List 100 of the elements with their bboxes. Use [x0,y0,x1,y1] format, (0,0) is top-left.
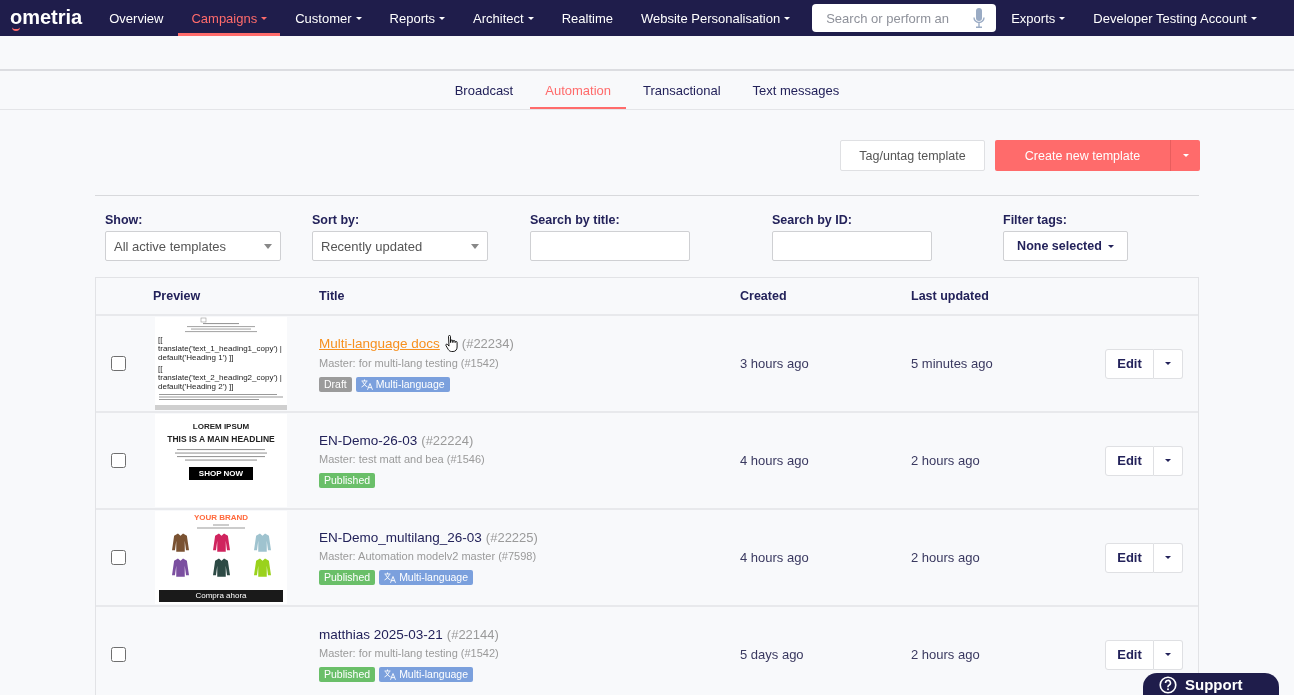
preview-headline-text: THIS IS A MAIN HEADLINE [167,434,275,445]
created-time: 4 hours ago [740,550,809,565]
filter-label: Search by title: [530,213,620,227]
nav-menu-item[interactable]: Architect [460,0,547,36]
more-options-button[interactable] [1154,348,1183,379]
more-options-button[interactable] [1154,445,1183,476]
more-options-button[interactable] [1154,639,1183,670]
edit-button[interactable]: Edit [1105,639,1154,670]
preview-cta-banner: SHOP NOW [188,467,254,480]
dropdown-arrow-icon [264,243,272,249]
caret-icon [1165,653,1171,656]
language-tag: Multi-language [355,377,450,392]
caret-icon [1165,459,1171,462]
template-title-link[interactable]: matthias 2025-03-21 [319,627,443,642]
voice-search-button[interactable] [962,4,997,32]
filter-label: Search by ID: [772,213,852,227]
updated-time: 5 minutes ago [911,356,993,371]
ometria-logo[interactable]: ometria [10,4,83,32]
nav-menu-item[interactable]: Customer [282,0,375,36]
nav-menu-item[interactable]: Overview [96,0,177,36]
status-tag: Draft [319,377,352,392]
master-template-text: Master: for multi-lang testing (#1542) [319,647,499,659]
created-time: 4 hours ago [740,453,809,468]
template-title-link[interactable]: EN-Demo_multilang_26-03 [319,530,482,545]
edit-button[interactable]: Edit [1105,445,1154,476]
select-field[interactable]: Recently updated [312,231,488,261]
preview-cta-banner: Compra ahora [159,590,283,602]
translate-icon [384,572,397,583]
support-button[interactable]: Support [1143,673,1279,695]
row-checkbox[interactable] [111,647,126,662]
template-id: (#22225) [485,530,538,545]
status-tag: Published [319,570,376,585]
template-id: (#22234) [461,336,514,351]
nav-menu-item[interactable]: Campaigns [178,0,281,36]
jacket-drawing [212,558,230,577]
jacket-drawing [253,558,271,577]
filter-label: Sort by: [312,213,360,227]
tab[interactable]: Broadcast [439,71,529,109]
template-id: (#22144) [446,627,499,642]
search-input[interactable] [772,231,932,261]
search-field[interactable]: Search or perform an [812,4,963,32]
tab[interactable]: Transactional [628,71,736,109]
template-title-link[interactable]: EN-Demo-26-03 [319,433,418,448]
translate-icon [384,669,397,680]
caret-icon [784,16,791,20]
tag-untag-button[interactable]: Tag/untag template [840,140,985,171]
master-template-text: Master: test matt and bea (#1546) [319,453,485,465]
search-input[interactable] [530,231,690,261]
nav-menu-item[interactable]: Realtime [548,0,626,36]
select-field[interactable]: All active templates [105,231,281,261]
filter-tags-dropdown[interactable]: None selected [1003,231,1128,261]
updated-time: 2 hours ago [911,647,980,662]
jacket-drawing [171,533,189,552]
updated-time: 2 hours ago [911,550,980,565]
caret-icon [355,16,362,20]
language-tag: Multi-language [379,570,473,585]
jacket-drawing [212,533,230,552]
caret-icon [527,16,534,20]
preview-heading-text: [[ translate('text_2_heading2_copy') | default('Heading 2') ]] [158,364,283,391]
jacket-drawing [171,558,189,577]
nav-menu-item[interactable]: Reports [376,0,459,36]
caret-icon [1182,154,1189,157]
caret-icon [1165,556,1171,559]
column-header: Last updated [911,289,990,303]
master-template-text: Master: Automation modelv2 master (#7598) [319,550,537,562]
filter-label: Filter tags: [1003,213,1067,227]
jacket-drawing [253,533,271,552]
column-header: Created [740,289,788,303]
created-time: 5 days ago [740,647,804,662]
caret-icon [261,16,268,20]
status-tag: Published [319,667,376,682]
caret-icon [1107,244,1114,248]
updated-time: 2 hours ago [911,453,980,468]
create-options-button[interactable] [1170,140,1200,171]
translate-icon [360,379,373,390]
caret-icon [1251,16,1257,20]
column-header: Preview [153,289,202,303]
nav-menu-item[interactable]: Exports [998,0,1079,36]
nav-menu-item[interactable]: Developer Testing Account [1080,0,1270,36]
row-checkbox[interactable] [111,453,126,468]
caret-icon [1165,362,1171,365]
filter-label: Show: [105,213,143,227]
preview-kicker-text: LOREM IPSUM [192,422,250,432]
dropdown-arrow-icon [471,243,479,249]
caret-icon [439,16,446,20]
tab[interactable]: Text messages [737,71,855,109]
edit-button[interactable]: Edit [1105,348,1154,379]
help-icon [1159,676,1177,694]
hand-cursor-icon [443,335,458,352]
caret-icon [1059,16,1066,20]
more-options-button[interactable] [1154,542,1183,573]
edit-button[interactable]: Edit [1105,542,1154,573]
language-tag: Multi-language [379,667,473,682]
master-template-text: Master: for multi-lang testing (#1542) [319,357,499,369]
microphone-icon [973,8,986,28]
nav-menu-item[interactable]: Website Personalisation [627,0,804,36]
row-checkbox[interactable] [111,356,126,371]
column-header: Title [319,289,346,303]
row-checkbox[interactable] [111,550,126,565]
status-tag: Published [319,473,376,488]
